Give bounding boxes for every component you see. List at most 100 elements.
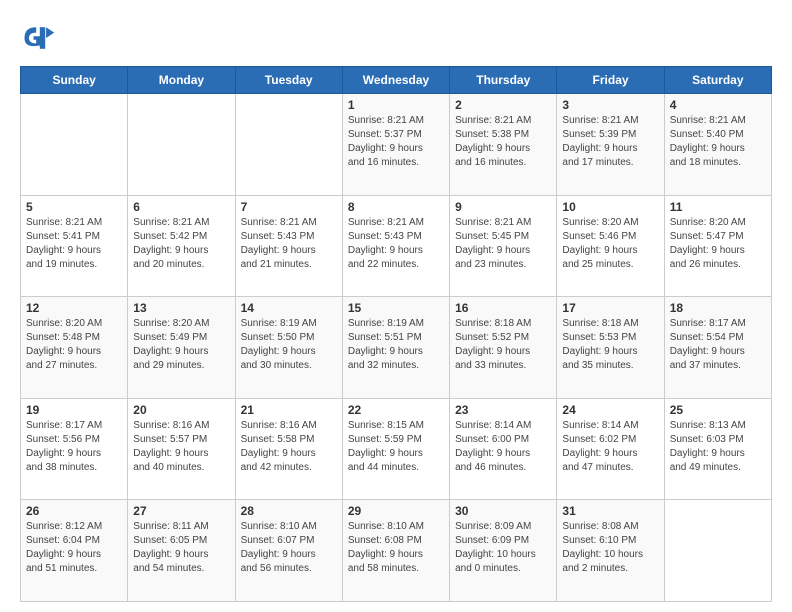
day-info: Sunrise: 8:10 AM Sunset: 6:07 PM Dayligh… (241, 520, 337, 576)
calendar-body: 1 Sunrise: 8:21 AM Sunset: 5:37 PM Daylig… (21, 94, 772, 602)
calendar-header-thursday: Thursday (450, 67, 557, 94)
day-info: Sunrise: 8:12 AM Sunset: 6:04 PM Dayligh… (26, 520, 122, 576)
day-number: 17 (562, 301, 658, 315)
logo-icon (20, 20, 56, 56)
calendar-cell: 23 Sunrise: 8:14 AM Sunset: 6:00 PM Dayli… (450, 398, 557, 500)
calendar-cell: 19 Sunrise: 8:17 AM Sunset: 5:56 PM Dayli… (21, 398, 128, 500)
calendar-cell: 9 Sunrise: 8:21 AM Sunset: 5:45 PM Daylig… (450, 195, 557, 297)
calendar-cell: 5Sunrise: 8:21 AM Sunset: 5:41 PM Daylig… (21, 195, 128, 297)
day-number: 5 (26, 200, 122, 214)
day-info: Sunrise: 8:17 AM Sunset: 5:54 PM Dayligh… (670, 317, 766, 373)
calendar-cell: 28 Sunrise: 8:10 AM Sunset: 6:07 PM Dayli… (235, 500, 342, 602)
calendar-cell: 29Sunrise: 8:10 AM Sunset: 6:08 PM Dayli… (342, 500, 449, 602)
day-info: Sunrise: 8:14 AM Sunset: 6:00 PM Dayligh… (455, 419, 551, 475)
calendar-cell: 1 Sunrise: 8:21 AM Sunset: 5:37 PM Daylig… (342, 94, 449, 196)
day-number: 25 (670, 403, 766, 417)
day-number: 23 (455, 403, 551, 417)
day-number: 22 (348, 403, 444, 417)
calendar-cell: 30 Sunrise: 8:09 AM Sunset: 6:09 PM Dayli… (450, 500, 557, 602)
calendar-cell (21, 94, 128, 196)
day-info: Sunrise: 8:18 AM Sunset: 5:53 PM Dayligh… (562, 317, 658, 373)
calendar-cell: 2Sunrise: 8:21 AM Sunset: 5:38 PM Daylig… (450, 94, 557, 196)
logo (20, 20, 60, 56)
day-info: Sunrise: 8:18 AM Sunset: 5:52 PM Dayligh… (455, 317, 551, 373)
day-info: Sunrise: 8:10 AM Sunset: 6:08 PM Dayligh… (348, 520, 444, 576)
day-number: 24 (562, 403, 658, 417)
day-info: Sunrise: 8:08 AM Sunset: 6:10 PM Dayligh… (562, 520, 658, 576)
calendar-week-1: 1 Sunrise: 8:21 AM Sunset: 5:37 PM Daylig… (21, 94, 772, 196)
calendar-cell (235, 94, 342, 196)
day-info: Sunrise: 8:21 AM Sunset: 5:40 PM Dayligh… (670, 114, 766, 170)
day-info: Sunrise: 8:20 AM Sunset: 5:47 PM Dayligh… (670, 216, 766, 272)
calendar-cell: 7 Sunrise: 8:21 AM Sunset: 5:43 PM Daylig… (235, 195, 342, 297)
calendar-cell: 24 Sunrise: 8:14 AM Sunset: 6:02 PM Dayli… (557, 398, 664, 500)
day-number: 10 (562, 200, 658, 214)
calendar-week-3: 12Sunrise: 8:20 AM Sunset: 5:48 PM Dayli… (21, 297, 772, 399)
day-info: Sunrise: 8:21 AM Sunset: 5:43 PM Dayligh… (241, 216, 337, 272)
calendar-cell: 25 Sunrise: 8:13 AM Sunset: 6:03 PM Dayli… (664, 398, 771, 500)
day-info: Sunrise: 8:16 AM Sunset: 5:57 PM Dayligh… (133, 419, 229, 475)
day-number: 2 (455, 98, 551, 112)
day-number: 13 (133, 301, 229, 315)
day-info: Sunrise: 8:19 AM Sunset: 5:50 PM Dayligh… (241, 317, 337, 373)
calendar-cell: 20Sunrise: 8:16 AM Sunset: 5:57 PM Dayli… (128, 398, 235, 500)
calendar-header-tuesday: Tuesday (235, 67, 342, 94)
day-info: Sunrise: 8:14 AM Sunset: 6:02 PM Dayligh… (562, 419, 658, 475)
day-number: 3 (562, 98, 658, 112)
calendar-week-4: 19 Sunrise: 8:17 AM Sunset: 5:56 PM Dayli… (21, 398, 772, 500)
day-info: Sunrise: 8:20 AM Sunset: 5:46 PM Dayligh… (562, 216, 658, 272)
calendar-header-monday: Monday (128, 67, 235, 94)
calendar-cell: 14 Sunrise: 8:19 AM Sunset: 5:50 PM Dayli… (235, 297, 342, 399)
day-number: 14 (241, 301, 337, 315)
day-info: Sunrise: 8:11 AM Sunset: 6:05 PM Dayligh… (133, 520, 229, 576)
day-number: 28 (241, 504, 337, 518)
calendar-table: SundayMondayTuesdayWednesdayThursdayFrid… (20, 66, 772, 602)
day-number: 31 (562, 504, 658, 518)
day-number: 21 (241, 403, 337, 417)
day-number: 8 (348, 200, 444, 214)
day-info: Sunrise: 8:21 AM Sunset: 5:45 PM Dayligh… (455, 216, 551, 272)
day-info: Sunrise: 8:09 AM Sunset: 6:09 PM Dayligh… (455, 520, 551, 576)
day-info: Sunrise: 8:17 AM Sunset: 5:56 PM Dayligh… (26, 419, 122, 475)
day-number: 19 (26, 403, 122, 417)
calendar-cell: 22 Sunrise: 8:15 AM Sunset: 5:59 PM Dayli… (342, 398, 449, 500)
day-info: Sunrise: 8:21 AM Sunset: 5:43 PM Dayligh… (348, 216, 444, 272)
calendar-week-5: 26 Sunrise: 8:12 AM Sunset: 6:04 PM Dayli… (21, 500, 772, 602)
day-number: 27 (133, 504, 229, 518)
calendar-cell: 6Sunrise: 8:21 AM Sunset: 5:42 PM Daylig… (128, 195, 235, 297)
calendar-cell: 27 Sunrise: 8:11 AM Sunset: 6:05 PM Dayli… (128, 500, 235, 602)
day-info: Sunrise: 8:21 AM Sunset: 5:37 PM Dayligh… (348, 114, 444, 170)
day-info: Sunrise: 8:15 AM Sunset: 5:59 PM Dayligh… (348, 419, 444, 475)
calendar-cell: 13 Sunrise: 8:20 AM Sunset: 5:49 PM Dayli… (128, 297, 235, 399)
calendar-week-2: 5Sunrise: 8:21 AM Sunset: 5:41 PM Daylig… (21, 195, 772, 297)
calendar-cell: 12Sunrise: 8:20 AM Sunset: 5:48 PM Dayli… (21, 297, 128, 399)
day-number: 7 (241, 200, 337, 214)
calendar-cell (664, 500, 771, 602)
calendar-cell: 4 Sunrise: 8:21 AM Sunset: 5:40 PM Daylig… (664, 94, 771, 196)
day-number: 4 (670, 98, 766, 112)
calendar-cell: 17 Sunrise: 8:18 AM Sunset: 5:53 PM Dayli… (557, 297, 664, 399)
day-number: 16 (455, 301, 551, 315)
calendar-header-friday: Friday (557, 67, 664, 94)
day-number: 18 (670, 301, 766, 315)
calendar-cell: 3Sunrise: 8:21 AM Sunset: 5:39 PM Daylig… (557, 94, 664, 196)
day-number: 1 (348, 98, 444, 112)
calendar-cell: 8 Sunrise: 8:21 AM Sunset: 5:43 PM Daylig… (342, 195, 449, 297)
day-number: 6 (133, 200, 229, 214)
day-number: 9 (455, 200, 551, 214)
calendar-cell: 16 Sunrise: 8:18 AM Sunset: 5:52 PM Dayli… (450, 297, 557, 399)
calendar-header-sunday: Sunday (21, 67, 128, 94)
day-info: Sunrise: 8:16 AM Sunset: 5:58 PM Dayligh… (241, 419, 337, 475)
calendar-header-wednesday: Wednesday (342, 67, 449, 94)
calendar-cell: 11 Sunrise: 8:20 AM Sunset: 5:47 PM Dayli… (664, 195, 771, 297)
header (20, 20, 772, 56)
day-number: 30 (455, 504, 551, 518)
day-number: 15 (348, 301, 444, 315)
day-number: 11 (670, 200, 766, 214)
day-info: Sunrise: 8:20 AM Sunset: 5:49 PM Dayligh… (133, 317, 229, 373)
day-info: Sunrise: 8:20 AM Sunset: 5:48 PM Dayligh… (26, 317, 122, 373)
calendar-header-saturday: Saturday (664, 67, 771, 94)
day-info: Sunrise: 8:13 AM Sunset: 6:03 PM Dayligh… (670, 419, 766, 475)
day-info: Sunrise: 8:19 AM Sunset: 5:51 PM Dayligh… (348, 317, 444, 373)
day-number: 26 (26, 504, 122, 518)
